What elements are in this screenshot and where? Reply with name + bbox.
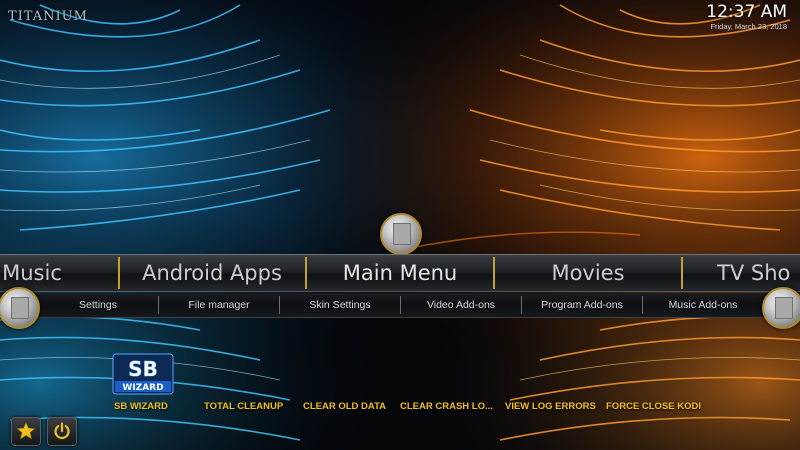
- skin-logo: TITANIUM: [8, 9, 88, 24]
- submenu-item-program-add-ons[interactable]: Program Add-ons: [522, 293, 642, 317]
- main-menu-item-music[interactable]: Music: [0, 255, 72, 291]
- main-menu-item-android-apps[interactable]: Android Apps: [120, 255, 304, 291]
- submenu-item-music-add-ons[interactable]: Music Add-ons: [643, 293, 763, 317]
- wizard-logo-icon: SB WIZARD: [112, 353, 174, 395]
- wizard-logo-bottom-text: WIZARD: [122, 383, 163, 393]
- main-menu-item-tv-shows[interactable]: TV Sho: [683, 255, 800, 291]
- clock-date: Friday, March 23, 2018: [710, 22, 787, 31]
- kodi-home-screen: TITANIUM 12:37 AM Friday, March 23, 2018…: [0, 0, 800, 450]
- submenu-item-settings[interactable]: Settings: [38, 293, 158, 317]
- power-button[interactable]: [47, 417, 77, 446]
- main-menu-focus-badge: [380, 213, 422, 255]
- shortcut-force-close-kodi[interactable]: FORCE CLOSE KODI: [606, 401, 701, 412]
- submenu-item-file-manager[interactable]: File manager: [159, 293, 279, 317]
- shortcut-view-log-errors[interactable]: VIEW LOG ERRORS: [505, 401, 596, 412]
- shortcut-clear-old-data[interactable]: CLEAR OLD DATA: [303, 401, 386, 412]
- main-menu-bar: Music Android Apps Main Menu Movies TV S…: [0, 254, 800, 292]
- submenu-item-skin-settings[interactable]: Skin Settings: [280, 293, 400, 317]
- submenu-item-video-add-ons[interactable]: Video Add-ons: [401, 293, 521, 317]
- star-icon: [16, 421, 36, 440]
- submenu-bar: Settings File manager Skin Settings Vide…: [0, 293, 800, 318]
- main-menu-item-movies[interactable]: Movies: [495, 255, 681, 291]
- clock-time: 12:37 AM: [706, 2, 787, 22]
- submenu-scroll-left-badge[interactable]: [0, 287, 40, 329]
- favourites-button[interactable]: [11, 417, 41, 446]
- main-menu-item-main-menu[interactable]: Main Menu: [307, 255, 493, 291]
- wizard-logo-top-text: SB: [128, 357, 158, 381]
- shortcut-total-cleanup[interactable]: TOTAL CLEANUP: [204, 401, 283, 412]
- power-icon: [54, 422, 70, 440]
- shortcut-sb-wizard[interactable]: SB WIZARD: [114, 401, 168, 412]
- submenu-scroll-right-badge[interactable]: [762, 287, 800, 329]
- shortcut-clear-crash-logs[interactable]: CLEAR CRASH LO...: [400, 401, 493, 412]
- sb-wizard-logo[interactable]: SB WIZARD: [107, 352, 179, 395]
